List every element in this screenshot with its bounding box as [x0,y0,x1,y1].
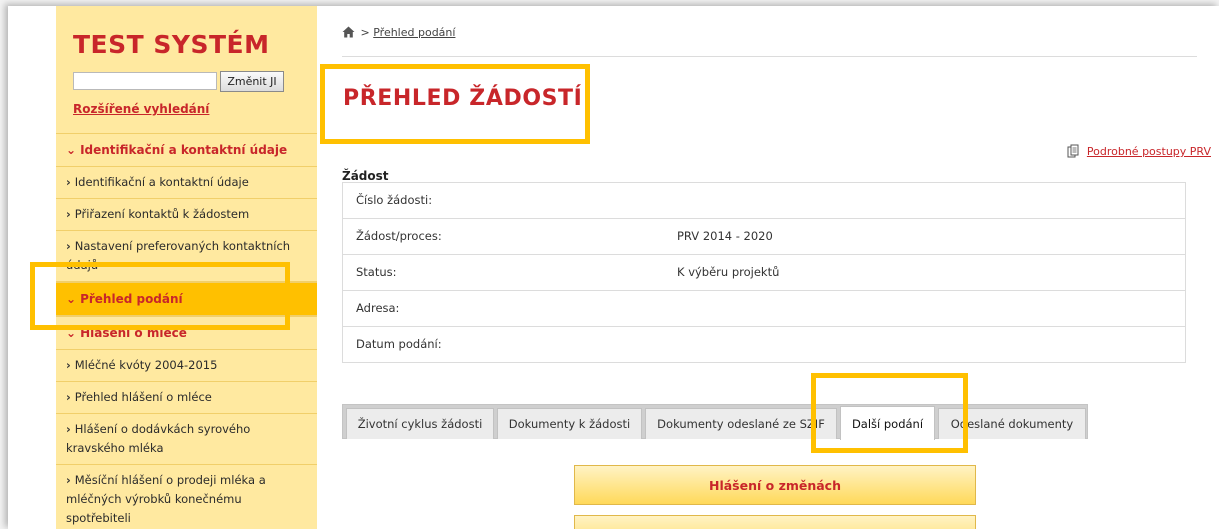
sidebar-menu: ⌄ Identifikační a kontaktní údaje › Identi… [56,133,317,529]
tab-sent-documents[interactable]: Odeslané dokumenty [938,408,1086,439]
chevron-right-icon: › [66,473,71,487]
next-action-button[interactable] [574,515,976,529]
main-content: > Přehled podání PŘEHLED ŽÁDOSTÍ Podrobn… [317,6,1219,529]
sidebar-item-label: Hlášení o dodávkách syrového kravského m… [66,422,251,455]
table-row: Adresa: [343,291,1185,327]
tab-bar: Životní cyklus žádosti Dokumenty k žádos… [342,404,1088,440]
request-heading: Žádost [342,169,389,183]
sidebar-item-label: Měsíční hlášení o prodeji mléka a mléčný… [66,473,266,525]
sidebar: TEST SYSTÉM Změnit JI Rozšířené vyhledán… [56,6,317,529]
document-icon [1067,144,1080,161]
sidebar-item-preferred-contacts[interactable]: › Nastavení preferovaných kontaktních úda… [56,231,317,282]
chevron-down-icon: ⌄ [66,292,77,306]
chevron-down-icon: ⌄ [66,326,77,340]
sidebar-item-identification[interactable]: › Identifikační a kontaktní údaje [56,167,317,199]
page-title: PŘEHLED ŽÁDOSTÍ [343,86,583,111]
table-row: Datum podání: [343,327,1185,362]
sidebar-section-milk-reports[interactable]: ⌄ Hlášení o mléce [56,316,317,350]
request-number-label: Číslo žádosti: [356,193,433,207]
breadcrumb-separator: > [360,26,370,39]
chevron-right-icon: › [66,239,71,253]
request-process-value: PRV 2014 - 2020 [677,229,773,243]
table-row: Status: K výběru projektů [343,255,1185,291]
chevron-right-icon: › [66,175,71,189]
sidebar-item-label: Přiřazení kontaktů k žádostem [74,207,250,221]
address-label: Adresa: [356,301,400,315]
sidebar-item-milk-quotas[interactable]: › Mléčné kvóty 2004-2015 [56,350,317,382]
submission-date-label: Datum podání: [356,337,442,351]
tab-request-lifecycle[interactable]: Životní cyklus žádosti [346,408,494,439]
sidebar-section-identification[interactable]: ⌄ Identifikační a kontaktní údaje [56,133,317,167]
sidebar-section-label: Identifikační a kontaktní údaje [80,143,288,157]
request-process-label: Žádost/proces: [356,229,442,243]
chevron-right-icon: › [66,390,71,404]
status-label: Status: [356,265,397,279]
sidebar-item-contact-assignment[interactable]: › Přiřazení kontaktů k žádostem [56,199,317,231]
browser-page: TEST SYSTÉM Změnit JI Rozšířené vyhledán… [8,6,1219,529]
tab-request-documents[interactable]: Dokumenty k žádosti [497,408,642,439]
chevron-right-icon: › [66,207,71,221]
prv-procedures-link[interactable]: Podrobné postupy PRV [1087,145,1211,158]
request-info-table: Číslo žádosti: Žádost/proces: PRV 2014 -… [342,182,1186,363]
prv-procedures-link-wrap: Podrobné postupy PRV [1067,144,1211,161]
table-row: Žádost/proces: PRV 2014 - 2020 [343,219,1185,255]
tab-other-submissions[interactable]: Další podání [840,406,935,440]
sidebar-item-label: Nastavení preferovaných kontaktních údaj… [66,239,291,272]
change-ji-button[interactable]: Změnit JI [220,71,284,92]
sidebar-item-raw-milk-deliveries[interactable]: › Hlášení o dodávkách syrového kravského … [56,414,317,465]
chevron-right-icon: › [66,358,71,372]
breadcrumb-divider [342,56,1197,57]
change-report-button[interactable]: Hlášení o změnách [574,465,976,505]
sidebar-item-label: Přehled hlášení o mléce [74,390,212,404]
sidebar-section-submissions-overview[interactable]: ⌄ Přehled podání [56,282,317,316]
breadcrumb-current-link[interactable]: Přehled podání [373,26,455,39]
chevron-right-icon: › [66,422,71,436]
sidebar-item-monthly-sales-report[interactable]: › Měsíční hlášení o prodeji mléka a mléčn… [56,465,317,529]
home-icon[interactable] [342,26,355,41]
sidebar-section-label: Přehled podání [80,292,183,306]
breadcrumb: > Přehled podání [342,26,455,41]
chevron-down-icon: ⌄ [66,143,77,157]
sidebar-item-label: Mléčné kvóty 2004-2015 [74,358,218,372]
tab-documents-sent-from-szif[interactable]: Dokumenty odeslané ze SZIF [645,408,837,439]
sidebar-item-label: Identifikační a kontaktní údaje [74,175,249,189]
page-left-margin [8,6,56,529]
advanced-search-link[interactable]: Rozšířené vyhledání [73,102,209,116]
table-row: Číslo žádosti: [343,183,1185,219]
status-value: K výběru projektů [677,265,780,279]
sidebar-item-milk-report-overview[interactable]: › Přehled hlášení o mléce [56,382,317,414]
app-title: TEST SYSTÉM [73,30,270,59]
sidebar-section-label: Hlášení o mléce [80,326,187,340]
search-input[interactable] [73,72,217,90]
